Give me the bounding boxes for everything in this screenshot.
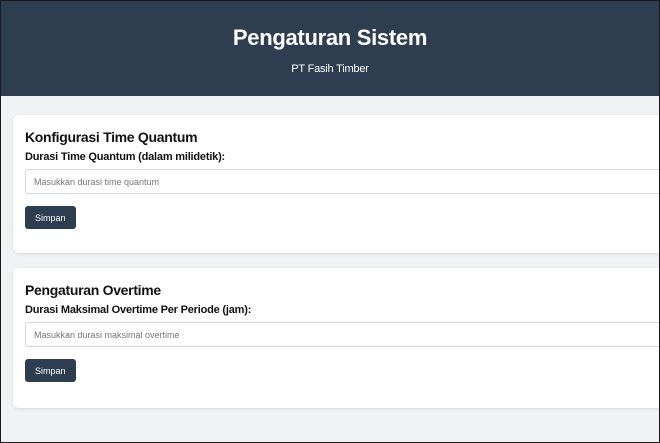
overtime-card: Pengaturan Overtime Durasi Maksimal Over… bbox=[13, 268, 659, 408]
time-quantum-label: Durasi Time Quantum (dalam milidetik): bbox=[25, 151, 226, 163]
save-overtime-button[interactable]: Simpan bbox=[25, 359, 76, 382]
app-window: Pengaturan Sistem PT Fasih Timber Konfig… bbox=[0, 0, 660, 443]
page-title: Pengaturan Sistem bbox=[232, 25, 428, 50]
save-time-quantum-button[interactable]: Simpan bbox=[25, 206, 76, 229]
time-quantum-input[interactable] bbox=[25, 169, 659, 194]
time-quantum-card: Konfigurasi Time Quantum Durasi Time Qua… bbox=[13, 115, 659, 253]
page-header: Pengaturan Sistem PT Fasih Timber bbox=[1, 1, 659, 96]
overtime-label: Durasi Maksimal Overtime Per Periode (ja… bbox=[25, 304, 252, 316]
overtime-input[interactable] bbox=[25, 322, 659, 347]
company-name: PT Fasih Timber bbox=[291, 63, 369, 75]
overtime-title: Pengaturan Overtime bbox=[25, 282, 161, 298]
time-quantum-title: Konfigurasi Time Quantum bbox=[25, 129, 198, 145]
